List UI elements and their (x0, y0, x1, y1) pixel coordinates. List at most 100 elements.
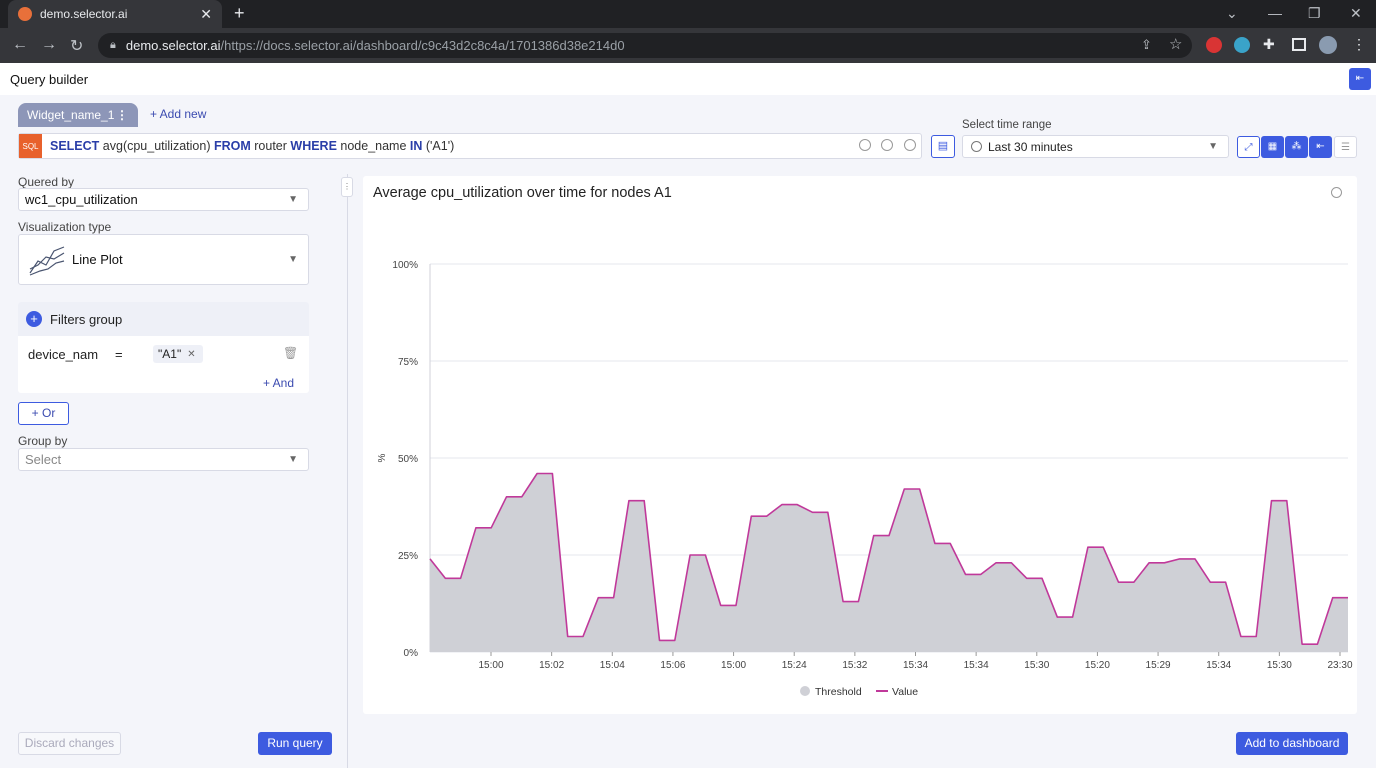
address-bar[interactable]: 🔒︎ demo.selector.ai /https://docs.select… (98, 33, 1192, 58)
time-range-select[interactable]: Last 30 minutes ▼ (962, 135, 1229, 158)
settings-gear-icon[interactable] (881, 139, 893, 151)
x-tick-label: 15:29 (1146, 660, 1171, 671)
url-domain: demo.selector.ai (125, 38, 221, 53)
discard-changes-button[interactable]: Discard changes (18, 732, 121, 755)
group-by-select[interactable]: Select ▼ (18, 448, 309, 471)
threshold-area (430, 473, 1348, 652)
sql-query-text[interactable]: SELECT avg(cpu_utilization) FROM router … (50, 139, 454, 153)
sql-fragment: ('A1') (422, 139, 455, 153)
lock-icon: 🔒︎ (110, 39, 116, 51)
sql-keyword: SELECT (50, 139, 100, 153)
sql-fragment: router (250, 139, 291, 153)
visualization-type-value: Line Plot (72, 252, 123, 267)
minimize-icon[interactable]: — (1268, 5, 1282, 21)
clock-icon (971, 141, 982, 152)
page-title: Query builder (10, 71, 89, 87)
back-icon[interactable]: ← (12, 36, 28, 54)
forward-icon[interactable]: → (41, 36, 57, 54)
add-to-dashboard-button[interactable]: Add to dashboard (1236, 732, 1348, 755)
sql-fragment: node_name (336, 139, 410, 153)
share-icon[interactable]: ⇪ (1141, 37, 1152, 53)
extension-icon[interactable] (1206, 37, 1222, 53)
y-tick-label: 100% (392, 260, 418, 271)
app-header: Query builder (0, 63, 1376, 95)
list-icon[interactable]: ☰ (1334, 136, 1357, 158)
widget-menu-icon[interactable]: ⋮ (116, 108, 128, 122)
calendar-icon[interactable]: ▤ (931, 135, 955, 158)
new-tab-button[interactable]: + (234, 3, 245, 24)
filter-field[interactable]: device_nam (28, 347, 98, 362)
collapse-panel-button[interactable]: ⇤ (1349, 68, 1371, 90)
legend-value-label: Value (892, 686, 918, 698)
x-tick-label: 15:34 (903, 660, 928, 671)
x-tick-label: 15:20 (1085, 660, 1110, 671)
widget-tab-label: Widget_name_1 (27, 108, 115, 122)
tab-title: demo.selector.ai (40, 7, 128, 21)
x-tick-label: 15:00 (478, 660, 503, 671)
y-tick-label: 75% (398, 357, 418, 368)
info-icon[interactable] (904, 139, 916, 151)
x-tick-label: 15:02 (539, 660, 564, 671)
remove-chip-icon[interactable]: ✕ (187, 349, 195, 360)
extension-icon[interactable] (1234, 37, 1250, 53)
line-plot-icon (29, 245, 65, 276)
x-tick-label: 15:00 (721, 660, 746, 671)
add-filter-plus-icon[interactable]: + (26, 311, 42, 327)
visualization-type-select[interactable]: Line Plot ▼ (18, 234, 309, 285)
layout-icon[interactable]: ▦ (1261, 136, 1284, 158)
tab-close-icon[interactable]: ✕ (200, 6, 212, 23)
time-range-value: Last 30 minutes (988, 139, 1073, 154)
window-close-icon[interactable]: ✕ (1350, 5, 1362, 22)
bookmark-star-icon[interactable]: ☆ (1169, 35, 1182, 53)
add-new-widget-button[interactable]: + Add new (150, 107, 206, 121)
filter-value-chip[interactable]: "A1" ✕ (153, 345, 203, 363)
x-tick-label: 15:34 (964, 660, 989, 671)
widget-tab[interactable]: Widget_name_1 ⋮ (18, 103, 138, 127)
x-tick-label: 15:34 (1206, 660, 1231, 671)
and-filter-button[interactable]: + And (263, 376, 294, 390)
profile-avatar[interactable] (1319, 36, 1337, 54)
visualization-type-label: Visualization type (18, 220, 112, 234)
browser-menu-icon[interactable]: ⋮ (1352, 36, 1366, 53)
queried-by-select[interactable]: wc1_cpu_utilization ▼ (18, 188, 309, 211)
x-tick-label: 23:30 (1327, 660, 1352, 671)
queried-by-value: wc1_cpu_utilization (25, 192, 138, 207)
panel-resize-handle[interactable]: ⋮ (341, 177, 353, 197)
sql-keyword: IN (409, 139, 423, 153)
time-range-label: Select time range (962, 119, 1052, 131)
browser-tab[interactable]: demo.selector.ai ✕ (8, 0, 222, 28)
extensions-puzzle-icon[interactable]: ✚ (1263, 36, 1275, 53)
sql-query-input[interactable]: SQL SELECT avg(cpu_utilization) FROM rou… (18, 133, 922, 159)
x-tick-label: 15:30 (1024, 660, 1049, 671)
settings-gear-icon[interactable] (859, 139, 871, 151)
tab-search-icon[interactable]: ⌄ (1226, 5, 1238, 22)
sql-badge: SQL (19, 134, 42, 158)
or-filter-button[interactable]: + Or (18, 402, 69, 425)
filters-group-title: Filters group (50, 311, 123, 327)
y-axis-label: % (377, 453, 388, 462)
y-tick-label: 0% (404, 648, 419, 659)
site-favicon-icon (18, 7, 32, 21)
url-path: /https://docs.selector.ai/dashboard/c9c4… (220, 38, 625, 53)
maximize-icon[interactable]: ❐ (1308, 5, 1321, 22)
run-query-button[interactable]: Run query (258, 732, 332, 755)
side-panel-icon[interactable] (1292, 38, 1306, 51)
y-tick-label: 25% (398, 551, 418, 562)
legend-threshold-swatch (800, 686, 810, 696)
reload-icon[interactable]: ↻ (70, 36, 83, 56)
filter-operator[interactable]: = (115, 347, 123, 362)
chevron-down-icon: ▼ (288, 454, 298, 465)
group-by-label: Group by (18, 434, 68, 448)
panel-divider (347, 174, 348, 768)
y-tick-label: 50% (398, 454, 418, 465)
expand-icon[interactable]: ⤢ (1237, 136, 1260, 158)
group-by-placeholder: Select (25, 452, 62, 467)
trash-icon[interactable]: 🗑︎ (283, 346, 298, 360)
sql-keyword: FROM (213, 139, 251, 153)
filter-value: "A1" (158, 347, 182, 361)
x-tick-label: 15:04 (600, 660, 625, 671)
split-icon[interactable]: ⇤ (1309, 136, 1332, 158)
x-tick-label: 15:32 (842, 660, 867, 671)
sql-keyword: WHERE (290, 139, 337, 153)
grid-icon[interactable]: ⁂ (1285, 136, 1308, 158)
